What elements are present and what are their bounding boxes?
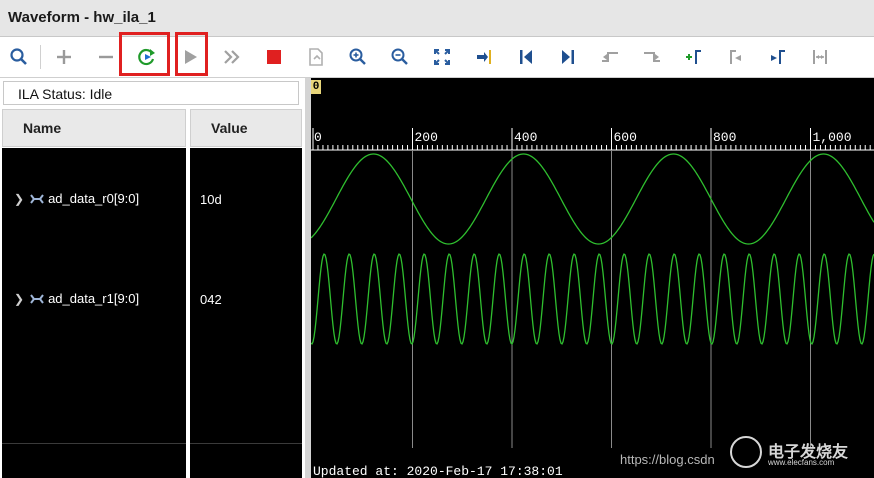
bus-icon xyxy=(30,193,44,204)
go-to-end-button[interactable] xyxy=(553,43,583,71)
column-header-value[interactable]: Value xyxy=(190,109,302,147)
goto-cursor-button[interactable] xyxy=(469,43,499,71)
next-marker-button[interactable] xyxy=(763,43,793,71)
waveform-canvas: 0 200 400 600 800 1,000 xyxy=(311,128,874,448)
ruler-tick-label: 200 xyxy=(415,130,438,145)
add-marker-icon xyxy=(686,50,701,64)
ruler-tick-label: 400 xyxy=(514,130,537,145)
add-marker-button[interactable] xyxy=(679,43,709,71)
zoom-fit-button[interactable] xyxy=(427,43,457,71)
previous-marker-button[interactable] xyxy=(721,43,751,71)
zoom-out-icon xyxy=(391,48,408,65)
highlight-box-run-immediate xyxy=(119,32,170,76)
goto-cursor-icon xyxy=(477,50,491,64)
watermark-url: https://blog.csdn xyxy=(620,452,715,467)
next-transition-icon xyxy=(644,52,660,62)
signal-value: 042 xyxy=(200,292,222,307)
ruler-tick-label: 1,000 xyxy=(813,130,852,145)
add-icon xyxy=(57,50,71,64)
fast-forward-icon xyxy=(224,50,240,64)
ila-status-label: ILA Status: xyxy=(18,86,86,102)
go-to-start-button[interactable] xyxy=(511,43,541,71)
signal-panel: ILA Status: Idle Name Value ❯ ad_data_r0… xyxy=(0,78,305,478)
zoom-out-button[interactable] xyxy=(385,43,415,71)
waveform-ad-data-r0 xyxy=(311,153,874,245)
zoom-in-button[interactable] xyxy=(343,43,373,71)
signal-row-r1[interactable]: ❯ ad_data_r1[9:0] xyxy=(14,291,139,306)
zoom-fit-icon xyxy=(434,49,450,65)
ruler-tick-label: 0 xyxy=(314,130,322,145)
signal-name: ad_data_r0[9:0] xyxy=(48,191,140,206)
previous-marker-icon xyxy=(730,50,741,64)
bus-icon xyxy=(30,293,44,304)
zoom-in-icon xyxy=(349,48,366,65)
updated-timestamp: Updated at: 2020-Feb-17 17:38:01 xyxy=(313,464,563,478)
previous-transition-icon xyxy=(602,52,618,62)
search-icon xyxy=(10,48,27,65)
expand-chevron-icon[interactable]: ❯ xyxy=(14,292,24,306)
watermark-brand-url: www.elecfans.com xyxy=(768,458,835,467)
signal-row-r0[interactable]: ❯ ad_data_r0[9:0] xyxy=(14,191,139,206)
stop-button[interactable] xyxy=(259,43,289,71)
go-to-end-icon xyxy=(562,50,574,64)
stop-icon xyxy=(267,50,281,64)
toolbar xyxy=(0,32,874,78)
remove-button[interactable] xyxy=(91,43,121,71)
ila-status: ILA Status: Idle xyxy=(3,81,299,105)
go-to-start-icon xyxy=(520,50,532,64)
waveform-view[interactable]: 0 0 200 400 600 800 1,000 Updated at: 2020-Fe… xyxy=(311,78,874,478)
ila-status-value: Idle xyxy=(89,86,113,102)
highlight-box-run xyxy=(175,32,208,76)
next-transition-button[interactable] xyxy=(637,43,667,71)
export-button[interactable] xyxy=(301,43,331,71)
fast-forward-button[interactable] xyxy=(217,43,247,71)
watermark-logo: 电子发烧友 www.elecfans.com xyxy=(730,436,860,470)
previous-transition-button[interactable] xyxy=(595,43,625,71)
next-marker-icon xyxy=(771,50,785,64)
signal-value: 10d xyxy=(200,192,222,207)
export-icon xyxy=(309,48,323,66)
waveform-ad-data-r1 xyxy=(311,253,874,345)
ruler-tick-label: 600 xyxy=(614,130,637,145)
swap-cursors-button[interactable] xyxy=(805,43,835,71)
window-title: Waveform - hw_ila_1 xyxy=(8,9,156,26)
signal-name: ad_data_r1[9:0] xyxy=(48,291,140,306)
column-header-name[interactable]: Name xyxy=(2,109,186,147)
swap-cursors-icon xyxy=(813,50,827,64)
expand-chevron-icon[interactable]: ❯ xyxy=(14,192,24,206)
add-button[interactable] xyxy=(49,43,79,71)
search-button[interactable] xyxy=(4,43,34,71)
ruler-tick-label: 800 xyxy=(713,130,736,145)
remove-icon xyxy=(99,55,113,59)
